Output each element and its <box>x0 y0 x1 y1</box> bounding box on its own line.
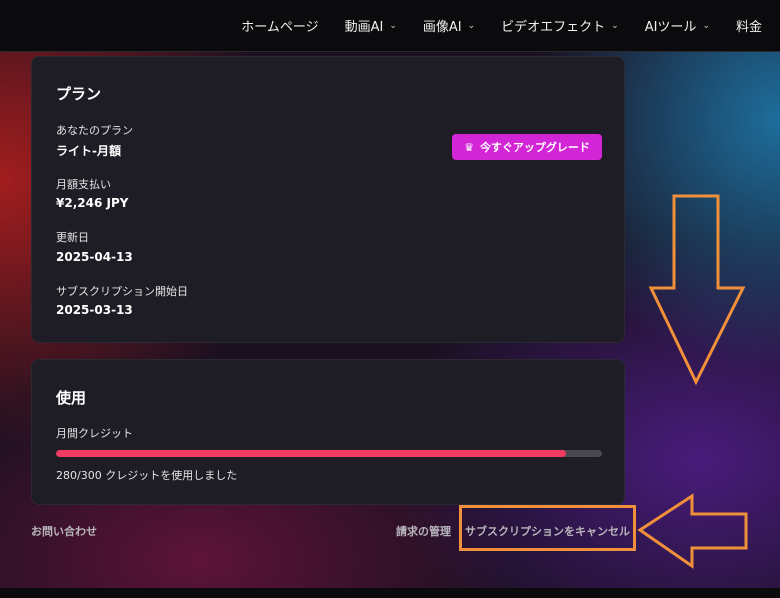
plan-card: プラン あなたのプラン ライト-月額 ♛ 今すぐアップグレード 月額支払い ¥2… <box>31 56 625 343</box>
chevron-down-icon: ⌄ <box>467 20 476 31</box>
nav-ai-tools[interactable]: AIツール ⌄ <box>645 16 710 35</box>
subscription-start-value: 2025-03-13 <box>56 303 133 317</box>
credits-progress-fill <box>56 450 566 457</box>
usage-title: 使用 <box>56 389 87 407</box>
annotation-down-arrow <box>648 194 746 386</box>
current-plan-value: ライト-月額 <box>56 144 121 158</box>
crown-icon: ♛ <box>464 140 474 154</box>
nav-image-ai[interactable]: 画像AI ⌄ <box>423 16 475 35</box>
usage-card: 使用 月間クレジット 280/300 クレジットを使用しました <box>31 359 625 505</box>
credits-progress-bar <box>56 450 602 457</box>
subscription-start-label: サブスクリプション開始日 <box>56 285 188 298</box>
renewal-date-value: 2025-04-13 <box>56 250 133 264</box>
plan-title: プラン <box>56 85 102 103</box>
top-navigation: ホームページ 動画AI ⌄ 画像AI ⌄ ビデオエフェクト ⌄ AIツール ⌄ 料金 <box>0 0 780 52</box>
nav-video-ai[interactable]: 動画AI ⌄ <box>345 16 397 35</box>
nav-home[interactable]: ホームページ <box>241 16 318 35</box>
monthly-credits-label: 月間クレジット <box>56 427 133 440</box>
nav-video-effects[interactable]: ビデオエフェクト ⌄ <box>501 16 619 35</box>
monthly-payment-label: 月額支払い <box>56 178 111 191</box>
upgrade-button[interactable]: ♛ 今すぐアップグレード <box>452 134 602 160</box>
chevron-down-icon: ⌄ <box>611 20 619 31</box>
renewal-date-label: 更新日 <box>56 231 89 244</box>
current-plan-label: あなたのプラン <box>56 124 133 137</box>
chevron-down-icon: ⌄ <box>702 20 710 31</box>
nav-pricing[interactable]: 料金 <box>736 16 762 35</box>
monthly-payment-value: ¥2,246 JPY <box>56 196 129 210</box>
annotation-left-arrow <box>637 493 748 569</box>
chevron-down-icon: ⌄ <box>389 20 397 31</box>
annotation-highlight-box <box>459 505 636 551</box>
credits-used-text: 280/300 クレジットを使用しました <box>56 469 238 482</box>
contact-link[interactable]: お問い合わせ <box>31 523 97 539</box>
bottom-bar <box>0 588 780 598</box>
manage-billing-link[interactable]: 請求の管理 <box>396 523 451 539</box>
